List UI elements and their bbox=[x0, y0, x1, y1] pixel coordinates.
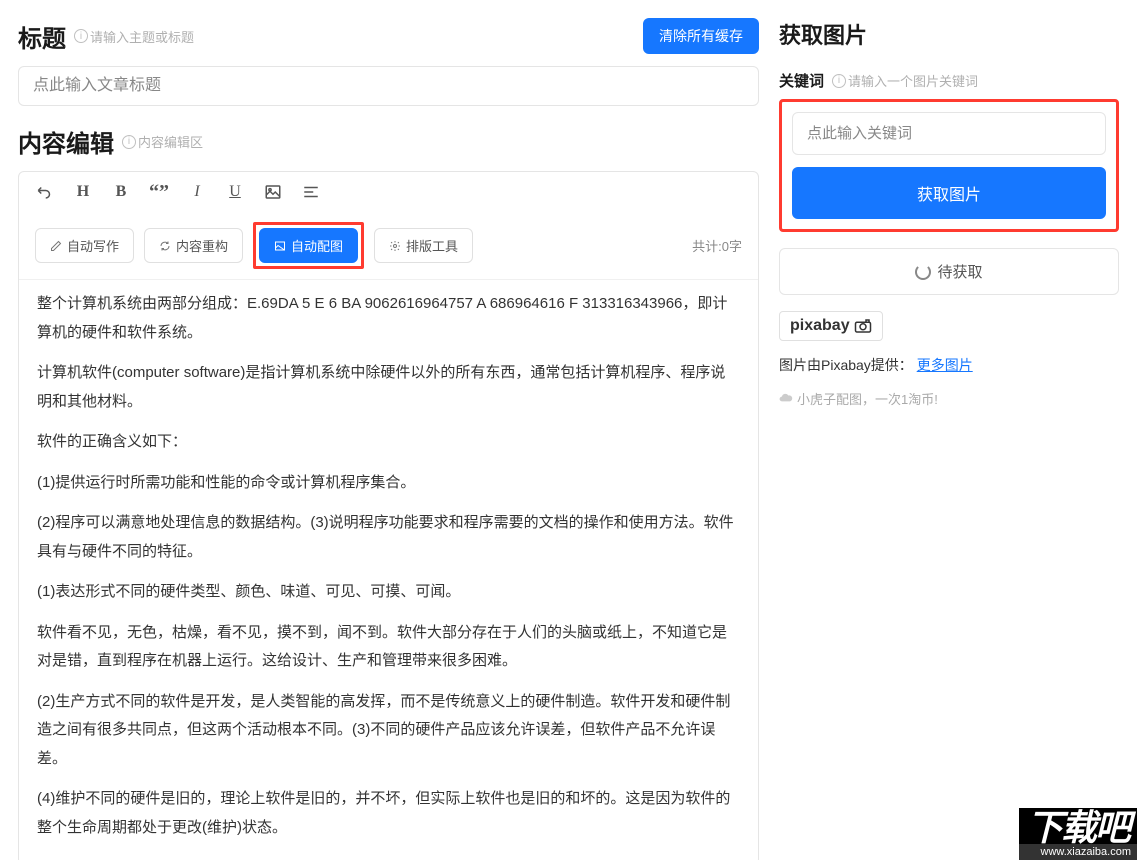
editor-section-header: 内容编辑 i 内容编辑区 bbox=[18, 124, 759, 159]
quote-icon[interactable]: “” bbox=[149, 182, 169, 202]
keyword-label: 关键词 bbox=[779, 70, 824, 91]
sidebar-panel: 获取图片 关键词 i 请输入一个图片关键词 获取图片 待获取 pixabay 图… bbox=[779, 18, 1119, 842]
keyword-label-row: 关键词 i 请输入一个图片关键词 bbox=[779, 70, 1119, 91]
undo-icon[interactable] bbox=[35, 182, 55, 202]
footer-note: 小虎子配图，一次1淘币! bbox=[779, 389, 1119, 408]
picture-icon bbox=[274, 240, 286, 252]
info-icon: i bbox=[832, 74, 846, 88]
highlight-auto-image: 自动配图 bbox=[253, 222, 364, 269]
title-input[interactable] bbox=[18, 66, 759, 106]
word-count: 共计:0字 bbox=[692, 236, 742, 255]
cloud-icon bbox=[779, 392, 793, 406]
pencil-icon bbox=[50, 240, 62, 252]
content-paragraph: (1)提供运行时所需功能和性能的命令或计算机程序集合。 bbox=[37, 469, 740, 498]
spinner-icon bbox=[915, 264, 931, 280]
content-paragraph: (2)程序可以满意地处理信息的数据结构。(3)说明程序功能要求和程序需要的文档的… bbox=[37, 509, 740, 566]
camera-icon bbox=[854, 319, 872, 333]
editor-label: 内容编辑 bbox=[18, 124, 114, 159]
info-icon: i bbox=[74, 29, 88, 43]
format-toolbar: H B “” I U bbox=[19, 172, 758, 212]
restructure-button[interactable]: 内容重构 bbox=[144, 228, 243, 263]
fetch-image-button[interactable]: 获取图片 bbox=[792, 167, 1106, 219]
bold-icon[interactable]: B bbox=[111, 182, 131, 202]
content-paragraph: 整个计算机系统由两部分组成：E.69DA 5 E 6 BA 9062616964… bbox=[37, 290, 740, 347]
heading-icon[interactable]: H bbox=[73, 182, 93, 202]
title-label: 标题 bbox=[18, 19, 66, 54]
editor-content[interactable]: 整个计算机系统由两部分组成：E.69DA 5 E 6 BA 9062616964… bbox=[19, 280, 758, 860]
content-paragraph: (2)生产方式不同的软件是开发，是人类智能的高发挥，而不是传统意义上的硬件制造。… bbox=[37, 688, 740, 774]
clear-cache-button[interactable]: 清除所有缓存 bbox=[643, 18, 759, 54]
pending-button[interactable]: 待获取 bbox=[779, 248, 1119, 295]
keyword-hint: i 请输入一个图片关键词 bbox=[832, 71, 978, 90]
credit-row: 图片由Pixabay提供： 更多图片 bbox=[779, 355, 1119, 375]
main-panel: 标题 i 请输入主题或标题 清除所有缓存 内容编辑 i 内容编辑区 bbox=[18, 18, 759, 842]
keyword-input[interactable] bbox=[792, 112, 1106, 155]
sidebar-title: 获取图片 bbox=[779, 18, 1119, 50]
info-icon: i bbox=[122, 135, 136, 149]
align-icon[interactable] bbox=[301, 182, 321, 202]
content-paragraph: 软件的正确含义如下： bbox=[37, 428, 740, 457]
title-hint: i 请输入主题或标题 bbox=[74, 27, 194, 46]
action-toolbar: 自动写作 内容重构 自动配图 排版工具 共计:0字 bbox=[19, 212, 758, 280]
tool-icon bbox=[389, 240, 401, 252]
content-paragraph: 软件看不见，无色，枯燥，看不见，摸不到，闻不到。软件大部分存在于人们的头脑或纸上… bbox=[37, 619, 740, 676]
refresh-icon bbox=[159, 240, 171, 252]
editor-box: H B “” I U 自动写作 内容重构 bbox=[18, 171, 759, 860]
content-paragraph: 计算机软件(computer software)是指计算机系统中除硬件以外的所有… bbox=[37, 359, 740, 416]
auto-image-button[interactable]: 自动配图 bbox=[259, 228, 358, 263]
image-icon[interactable] bbox=[263, 182, 283, 202]
auto-write-button[interactable]: 自动写作 bbox=[35, 228, 134, 263]
more-images-link[interactable]: 更多图片 bbox=[917, 357, 973, 373]
title-section-header: 标题 i 请输入主题或标题 清除所有缓存 bbox=[18, 18, 759, 54]
pixabay-badge: pixabay bbox=[779, 311, 883, 341]
layout-tool-button[interactable]: 排版工具 bbox=[374, 228, 473, 263]
watermark: 下载吧 www.xiazaiba.com bbox=[1019, 808, 1137, 860]
highlight-keyword-section: 获取图片 bbox=[779, 99, 1119, 232]
underline-icon[interactable]: U bbox=[225, 182, 245, 202]
content-paragraph: (1)表达形式不同的硬件类型、颜色、味道、可见、可摸、可闻。 bbox=[37, 578, 740, 607]
content-paragraph: (4)维护不同的硬件是旧的，理论上软件是旧的，并不坏，但实际上软件也是旧的和坏的… bbox=[37, 785, 740, 842]
editor-hint: i 内容编辑区 bbox=[122, 132, 203, 151]
italic-icon[interactable]: I bbox=[187, 182, 207, 202]
